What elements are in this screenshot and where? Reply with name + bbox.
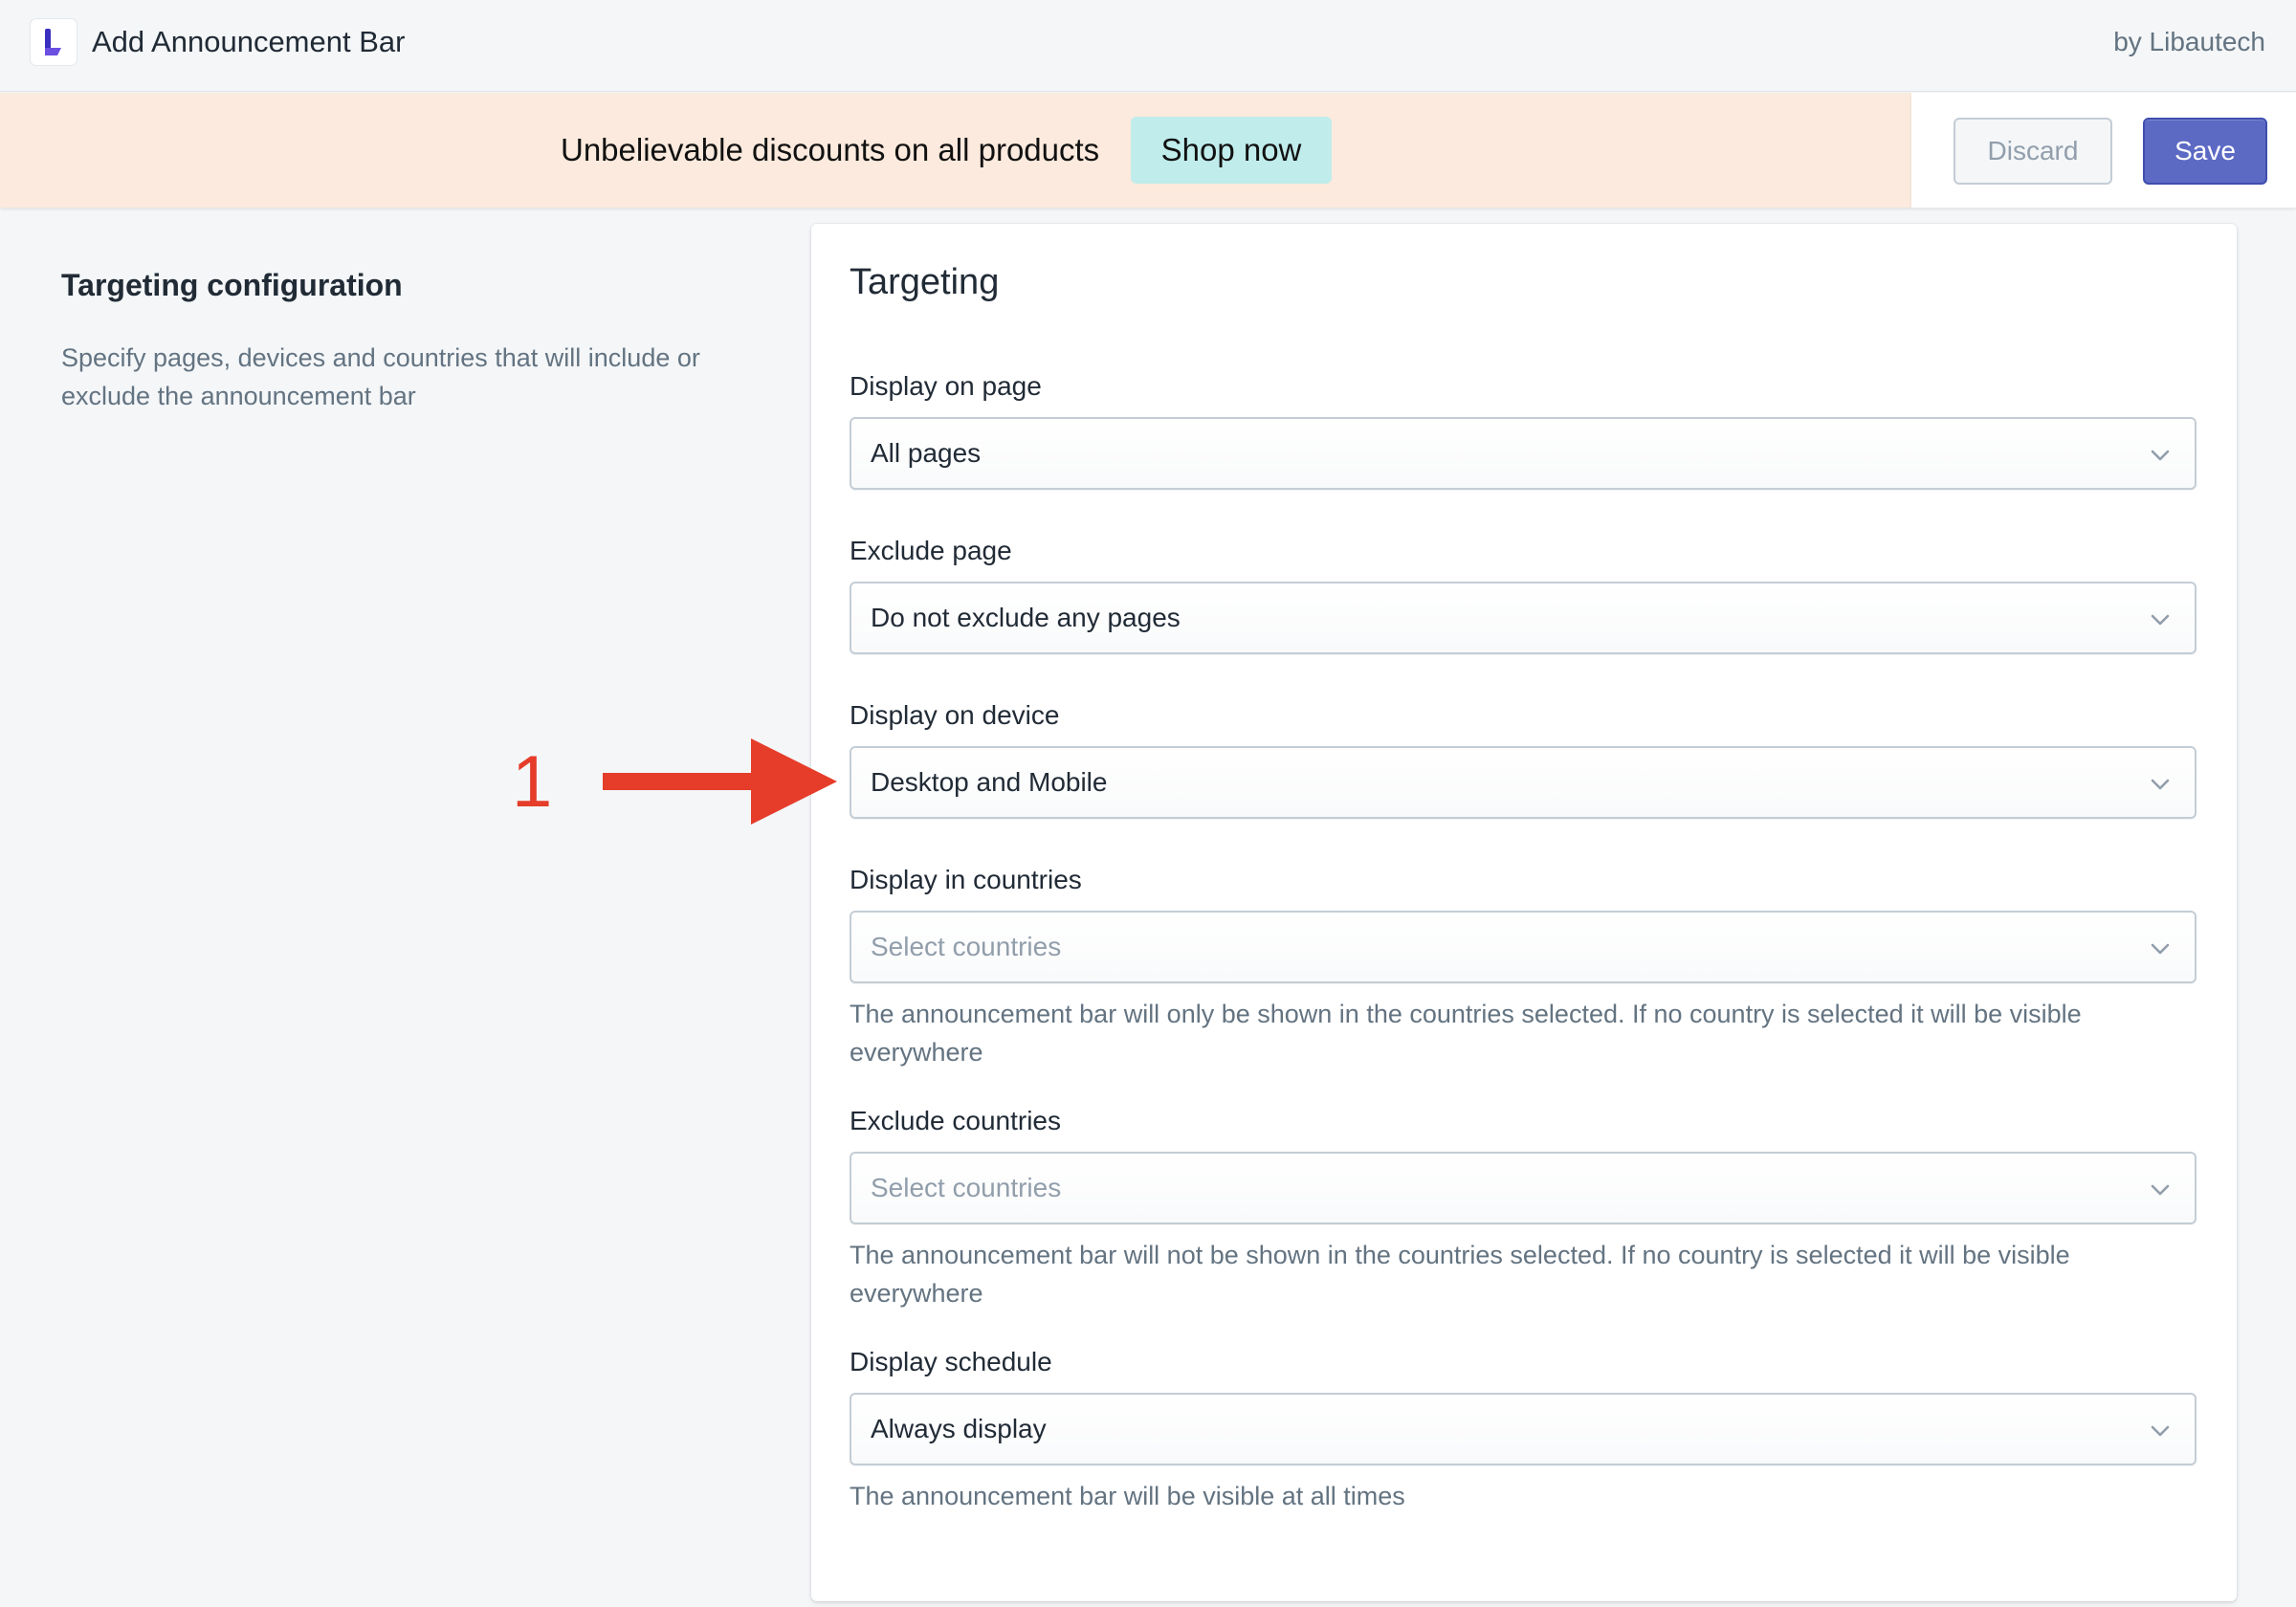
- chevron-down-icon: [2149, 1420, 2172, 1442]
- display-in-countries-field: Display in countries Select countries Th…: [850, 861, 2197, 1071]
- announcement-message: Unbelievable discounts on all products: [561, 132, 1100, 167]
- developer-credit: by Libautech: [2113, 27, 2265, 56]
- field-label: Display on device: [850, 700, 1060, 730]
- card-title: Targeting: [850, 262, 1000, 302]
- display-schedule-field: Display schedule Always display The anno…: [850, 1343, 2197, 1515]
- chevron-down-icon: [2149, 1178, 2172, 1201]
- field-label: Display in countries: [850, 865, 1082, 894]
- display-on-device-select[interactable]: Desktop and Mobile: [850, 746, 2197, 819]
- app-title: Add Announcement Bar: [92, 25, 406, 58]
- action-bar: Discard Save: [1911, 93, 2296, 208]
- shop-now-button[interactable]: Shop now: [1131, 117, 1332, 184]
- field-label: Display on page: [850, 371, 1042, 401]
- section-description: Specify pages, devices and countries tha…: [61, 343, 700, 410]
- select-placeholder: Select countries: [871, 1173, 1062, 1202]
- field-label: Exclude page: [850, 536, 1012, 565]
- targeting-card: Targeting Display on page All pages Excl…: [811, 224, 2237, 1601]
- select-value: Always display: [871, 1414, 1047, 1443]
- field-label: Display schedule: [850, 1347, 1052, 1376]
- annotation-step-number: 1: [512, 741, 553, 823]
- chevron-down-icon: [2149, 773, 2172, 796]
- exclude-countries-field: Exclude countries Select countries The a…: [850, 1102, 2197, 1312]
- discard-button[interactable]: Discard: [1954, 118, 2112, 185]
- help-text: The announcement bar will only be shown …: [850, 1000, 2082, 1067]
- display-schedule-select[interactable]: Always display: [850, 1393, 2197, 1465]
- section-heading: Targeting configuration: [61, 268, 403, 302]
- top-bar: Add Announcement Bar by Libautech: [0, 0, 2296, 92]
- announcement-bar-preview: Unbelievable discounts on all products S…: [0, 93, 1911, 208]
- help-text: The announcement bar will be visible at …: [850, 1482, 1405, 1510]
- select-value: All pages: [871, 438, 982, 468]
- save-button[interactable]: Save: [2143, 118, 2267, 185]
- exclude-page-select[interactable]: Do not exclude any pages: [850, 582, 2197, 654]
- display-on-page-field: Display on page All pages: [850, 367, 2197, 490]
- display-in-countries-select[interactable]: Select countries: [850, 911, 2197, 983]
- annotation-arrow-icon: [603, 738, 837, 825]
- display-on-page-select[interactable]: All pages: [850, 417, 2197, 490]
- help-text: The announcement bar will not be shown i…: [850, 1241, 2070, 1308]
- exclude-countries-select[interactable]: Select countries: [850, 1152, 2197, 1224]
- chevron-down-icon: [2149, 608, 2172, 631]
- libautech-logo-icon: [31, 19, 77, 65]
- select-value: Do not exclude any pages: [871, 603, 1181, 632]
- chevron-down-icon: [2149, 444, 2172, 467]
- chevron-down-icon: [2149, 937, 2172, 960]
- select-placeholder: Select countries: [871, 932, 1062, 961]
- select-value: Desktop and Mobile: [871, 767, 1108, 797]
- display-on-device-field: Display on device Desktop and Mobile: [850, 696, 2197, 819]
- field-label: Exclude countries: [850, 1106, 1062, 1135]
- exclude-page-field: Exclude page Do not exclude any pages: [850, 532, 2197, 654]
